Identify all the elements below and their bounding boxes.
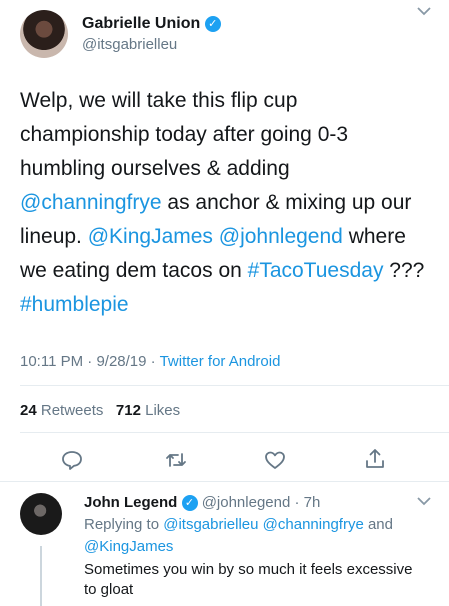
reply-author-handle[interactable]: @johnlegend [202,494,291,511]
meta-separator: · [294,494,300,511]
tweet-text-segment: ??? [383,259,425,282]
share-icon[interactable] [363,447,387,471]
replying-to-mention[interactable]: @KingJames [84,538,173,555]
author-name-row[interactable]: Gabrielle Union ✓ [82,15,221,33]
reply-header: John Legend ✓ @johnlegend · 7h [84,494,321,512]
author-handle[interactable]: @itsgabrielleu [82,36,177,53]
replying-to: Replying to @itsgabrielleu @channingfrye… [84,514,424,558]
reply-author-name[interactable]: John Legend [84,494,177,511]
tweet-stats: 24 Retweets 712 Likes [20,402,180,419]
author-name[interactable]: Gabrielle Union [82,15,200,32]
replying-to-prefix: Replying to [84,516,160,533]
likes-count: 712 [115,402,141,419]
mention-link[interactable]: @KingJames [88,225,213,248]
likes-label: Likes [145,402,181,419]
divider [20,432,449,433]
retweet-icon[interactable] [164,448,188,472]
verified-badge-icon: ✓ [181,495,198,512]
hashtag-link[interactable]: #humblepie [20,293,129,316]
divider [0,481,449,482]
retweets-stat[interactable]: 24 Retweets [20,402,103,419]
tweet-text: Welp, we will take this flip cup champio… [20,84,432,322]
reply-icon[interactable] [60,448,84,472]
author-avatar[interactable] [20,10,68,58]
replying-to-mention[interactable]: @itsgabrielleu [163,516,258,533]
mention-link[interactable]: @channingfrye [20,191,162,214]
like-icon[interactable] [263,448,287,472]
replying-to-and: and [367,516,393,533]
mention-link[interactable]: @johnlegend [219,225,343,248]
thread-line [40,546,42,606]
chevron-down-icon[interactable] [416,3,432,19]
reply-time: 7h [303,494,321,511]
reply-author-avatar[interactable] [20,493,62,535]
tweet-meta: 10:11 PM · 9/28/19 · Twitter for Android [20,353,280,370]
tweet-text-segment: Welp, we will take this flip cup champio… [20,89,349,180]
retweets-count: 24 [20,402,37,419]
meta-separator: · [150,353,160,370]
likes-stat[interactable]: 712 Likes [116,402,180,419]
replying-to-mention[interactable]: @channingfrye [263,516,364,533]
tweet-date: 9/28/19 [96,353,147,370]
hashtag-link[interactable]: #TacoTuesday [248,259,384,282]
reply-text: Sometimes you win by so much it feels ex… [84,561,413,598]
chevron-down-icon[interactable] [416,493,432,509]
tweet-source-link[interactable]: Twitter for Android [160,353,281,370]
verified-badge-icon: ✓ [204,15,221,32]
divider [20,385,449,386]
tweet-time: 10:11 PM [20,353,84,370]
retweets-label: Retweets [40,402,104,419]
